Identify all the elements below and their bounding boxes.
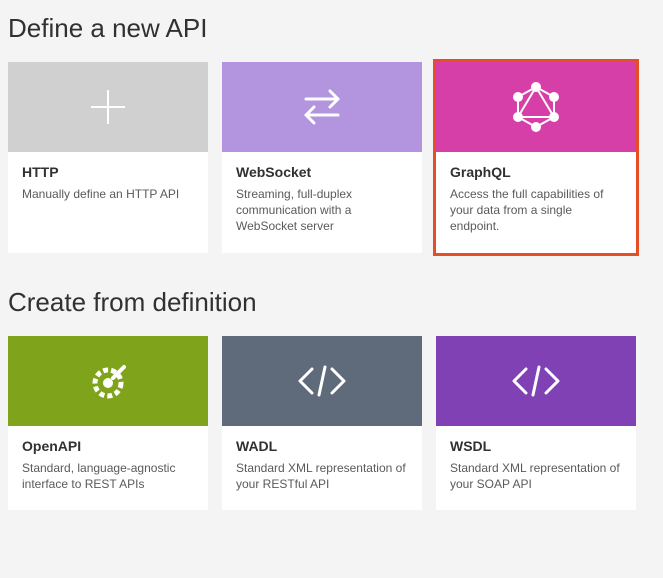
create-card-row: OpenAPI Standard, language-agnostic inte…: [8, 336, 655, 510]
card-desc: Standard XML representation of your REST…: [236, 460, 408, 492]
card-title: OpenAPI: [22, 438, 194, 454]
card-desc: Manually define an HTTP API: [22, 186, 194, 202]
code-brackets-icon: [436, 336, 636, 426]
card-title: GraphQL: [450, 164, 622, 180]
card-openapi[interactable]: OpenAPI Standard, language-agnostic inte…: [8, 336, 208, 510]
card-body: WebSocket Streaming, full-duplex communi…: [222, 152, 422, 253]
card-body: WSDL Standard XML representation of your…: [436, 426, 636, 510]
card-title: HTTP: [22, 164, 194, 180]
card-title: WSDL: [450, 438, 622, 454]
card-body: GraphQL Access the full capabilities of …: [436, 152, 636, 253]
card-http[interactable]: HTTP Manually define an HTTP API: [8, 62, 208, 253]
card-graphql[interactable]: GraphQL Access the full capabilities of …: [436, 62, 636, 253]
card-websocket[interactable]: WebSocket Streaming, full-duplex communi…: [222, 62, 422, 253]
code-brackets-icon: [222, 336, 422, 426]
section-heading-create: Create from definition: [8, 287, 655, 318]
card-body: WADL Standard XML representation of your…: [222, 426, 422, 510]
define-card-row: HTTP Manually define an HTTP API WebSock…: [8, 62, 655, 253]
graphql-icon: [436, 62, 636, 152]
card-wsdl[interactable]: WSDL Standard XML representation of your…: [436, 336, 636, 510]
card-title: WebSocket: [236, 164, 408, 180]
card-title: WADL: [236, 438, 408, 454]
card-body: HTTP Manually define an HTTP API: [8, 152, 208, 253]
card-body: OpenAPI Standard, language-agnostic inte…: [8, 426, 208, 510]
card-desc: Standard, language-agnostic interface to…: [22, 460, 194, 492]
section-heading-define: Define a new API: [8, 13, 655, 44]
arrows-exchange-icon: [222, 62, 422, 152]
card-wadl[interactable]: WADL Standard XML representation of your…: [222, 336, 422, 510]
card-desc: Standard XML representation of your SOAP…: [450, 460, 622, 492]
openapi-icon: [8, 336, 208, 426]
plus-icon: [8, 62, 208, 152]
card-desc: Streaming, full-duplex communication wit…: [236, 186, 408, 235]
card-desc: Access the full capabilities of your dat…: [450, 186, 622, 235]
